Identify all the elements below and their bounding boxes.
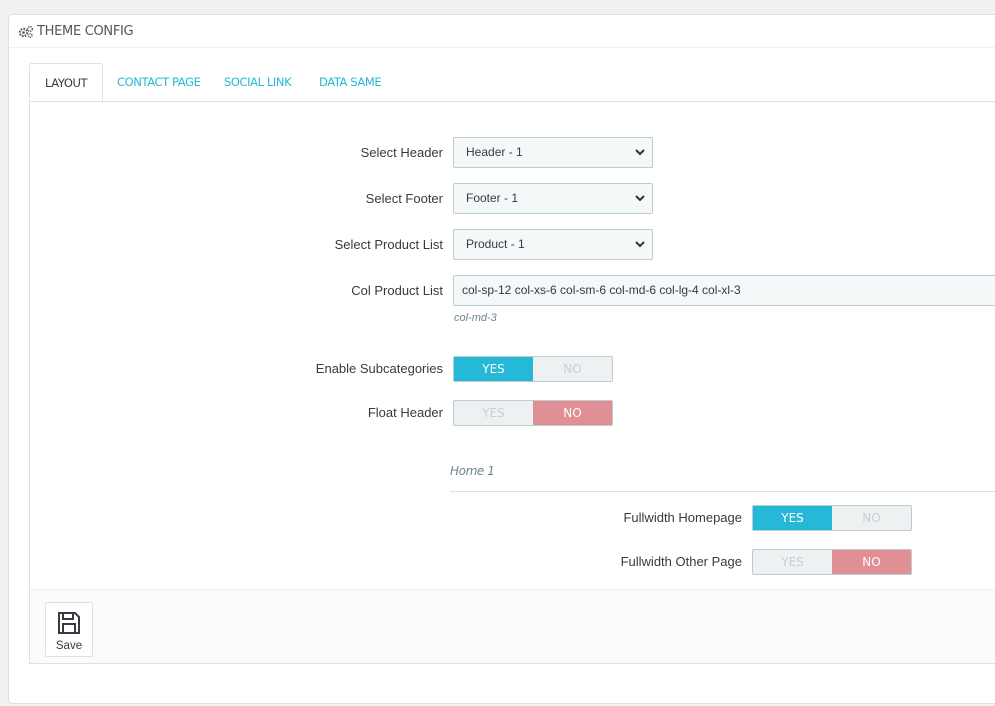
select-header-dropdown[interactable]: Header - 1 — [453, 137, 653, 168]
col-product-list-help: col-md-3 — [454, 312, 497, 324]
tab-data-same[interactable]: DATA SAME — [319, 63, 382, 101]
panel-footer: Save — [29, 589, 995, 664]
fullwidth-other-page-label: Fullwidth Other Page — [620, 554, 742, 569]
panel-heading: THEME CONFIG — [9, 15, 995, 48]
fullwidth-homepage-no[interactable]: NO — [832, 506, 911, 530]
tab-layout[interactable]: LAYOUT — [29, 63, 104, 101]
cogs-icon — [18, 25, 34, 38]
fullwidth-other-page-no[interactable]: NO — [832, 550, 911, 574]
save-label: Save — [55, 640, 83, 652]
select-header-value: Header - 1 — [466, 145, 523, 159]
section-divider — [450, 491, 995, 492]
enable-subcategories-label: Enable Subcategories — [315, 361, 443, 376]
fullwidth-homepage-switch[interactable]: YES NO — [752, 505, 912, 531]
enable-subcategories-switch[interactable]: YES NO — [453, 356, 613, 382]
chevron-down-icon — [635, 195, 645, 202]
fullwidth-homepage-label: Fullwidth Homepage — [623, 510, 742, 525]
save-button[interactable]: Save — [45, 602, 93, 657]
fullwidth-other-page-yes[interactable]: YES — [753, 550, 832, 574]
fullwidth-homepage-yes[interactable]: YES — [753, 506, 832, 530]
float-header-no[interactable]: NO — [533, 401, 612, 425]
floppy-disk-icon — [58, 612, 80, 634]
enable-subcategories-yes[interactable]: YES — [454, 357, 533, 381]
col-product-list-label: Col Product List — [351, 283, 443, 298]
float-header-yes[interactable]: YES — [454, 401, 533, 425]
panel-title: THEME CONFIG — [37, 23, 134, 39]
chevron-down-icon — [635, 241, 645, 248]
select-footer-dropdown[interactable]: Footer - 1 — [453, 183, 653, 214]
select-footer-value: Footer - 1 — [466, 191, 519, 205]
home-section-title: Home 1 — [450, 464, 495, 478]
tab-contact-page[interactable]: CONTACT PAGE — [117, 63, 201, 101]
chevron-down-icon — [635, 149, 645, 156]
select-product-list-dropdown[interactable]: Product - 1 — [453, 229, 653, 260]
theme-config-panel: THEME CONFIG LAYOUT CONTACT PAGE SOCIAL … — [8, 14, 995, 704]
fullwidth-other-page-switch[interactable]: YES NO — [752, 549, 912, 575]
select-header-label: Select Header — [360, 145, 443, 160]
enable-subcategories-no[interactable]: NO — [533, 357, 612, 381]
float-header-label: Float Header — [367, 405, 443, 420]
layout-tab-content: Select Header Header - 1 Select Footer F… — [29, 102, 995, 589]
float-header-switch[interactable]: YES NO — [453, 400, 613, 426]
select-product-list-value: Product - 1 — [466, 237, 525, 251]
tab-social-link[interactable]: SOCIAL LINK — [224, 63, 292, 101]
tab-bar: LAYOUT CONTACT PAGE SOCIAL LINK DATA SAM… — [29, 63, 995, 102]
col-product-list-input[interactable]: col-sp-12 col-xs-6 col-sm-6 col-md-6 col… — [453, 275, 995, 306]
select-footer-label: Select Footer — [365, 191, 443, 206]
select-product-list-label: Select Product List — [334, 237, 443, 252]
